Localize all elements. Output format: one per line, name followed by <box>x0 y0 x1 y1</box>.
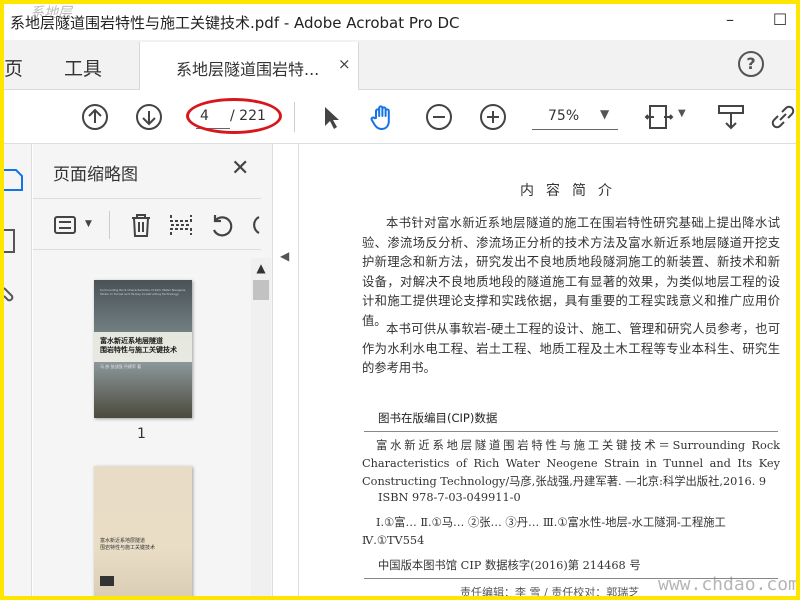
thumbnail-scrollbar[interactable]: ▲ <box>251 258 271 596</box>
page-thumbnails-icon[interactable] <box>4 166 26 192</box>
page-number-field[interactable]: 4 / 221 <box>186 98 282 134</box>
zoom-out-icon[interactable] <box>424 102 454 132</box>
site-watermark: www.chdao.com <box>658 574 796 595</box>
close-panel-button[interactable]: ✕ <box>231 156 249 181</box>
minimize-button[interactable]: – <box>720 10 740 30</box>
cover-english-title: Surrounding Rock Characteristics of Rich… <box>100 288 186 296</box>
barcode-icon <box>100 576 114 586</box>
editors-line: 责任编辑：李 雪 / 责任校对：郭瑞芝 <box>460 586 640 596</box>
document-tab-label: 系地层隧道围岩特... <box>176 60 320 79</box>
maximize-button[interactable]: ☐ <box>770 10 790 30</box>
page-thumbnail-2[interactable]: 富水新近系地层隧道 围岩特性与施工关键技术 <box>94 466 192 596</box>
zoom-value: 75% <box>548 108 580 124</box>
page-down-icon[interactable] <box>134 102 164 132</box>
app-window: 系地层隧道围岩特性与施工关键技术.pdf - Adobe Acrobat Pro… <box>4 4 796 596</box>
fit-page-icon[interactable] <box>644 102 674 132</box>
cip-classification: Ⅰ.①富… Ⅱ.①马… ②张… ③丹… Ⅲ.①富水性-地层-水工隧洞-工程施工 … <box>362 516 726 547</box>
hand-tool-icon[interactable] <box>368 102 398 132</box>
undo-icon[interactable] <box>207 211 235 239</box>
collapse-panel-button[interactable]: ◀ <box>280 249 294 269</box>
watermark-text: 系地层 <box>30 5 72 21</box>
window-title: 系地层隧道围岩特性与施工关键技术.pdf - Adobe Acrobat Pro… <box>10 14 460 32</box>
scroll-mode-icon[interactable] <box>716 102 746 132</box>
delete-icon[interactable] <box>127 211 155 239</box>
red-annotation-oval <box>186 98 282 134</box>
redo-icon[interactable] <box>245 211 261 239</box>
cover-title: 富水新近系地层隧道 围岩特性与施工关键技术 <box>100 337 177 354</box>
panel-title: 页面缩略图 <box>53 165 138 185</box>
thumbnail-page-label: 1 <box>137 426 146 442</box>
scrollbar-thumb[interactable] <box>253 280 269 300</box>
intro-paragraph-1: 本书针对富水新近系地层隧道的施工在围岩特性研究基础上提出降水试验、渗流场反分析、… <box>362 216 780 328</box>
chevron-down-icon: ▼ <box>600 107 610 121</box>
options-chevron-icon[interactable]: ▼ <box>85 219 92 229</box>
cip-data-number: 中国版本图书馆 CIP 数据核字(2016)第 214468 号 <box>378 559 641 572</box>
page-up-icon[interactable] <box>80 102 110 132</box>
tab-bar: 页 工具 系地层隧道围岩特... × ? <box>4 40 796 90</box>
attachments-icon[interactable] <box>4 280 26 306</box>
link-icon[interactable] <box>768 102 796 132</box>
cip-isbn: ISBN 978-7-03-049911-0 <box>378 491 521 504</box>
toolbar: 4 / 221 75% ▼ ▼ <box>4 90 796 144</box>
toolbar-divider <box>294 102 295 132</box>
back-cover-title: 富水新近系地层隧道 围岩特性与施工关键技术 <box>100 538 156 551</box>
page-heading: 内容简介 <box>520 183 624 199</box>
bookmarks-icon[interactable] <box>4 228 26 254</box>
page-thumbnail-1[interactable]: Surrounding Rock Characteristics of Rich… <box>94 280 192 418</box>
close-tab-button[interactable]: × <box>338 55 351 73</box>
panel-toolbar-divider <box>109 211 110 239</box>
thumbnail-panel: 页面缩略图 ✕ ▼ ▲ Surrounding Rock Characteris… <box>33 144 273 596</box>
navigation-pane-strip <box>4 144 32 596</box>
pane-divider[interactable] <box>298 144 299 596</box>
title-bar: 系地层隧道围岩特性与施工关键技术.pdf - Adobe Acrobat Pro… <box>4 4 796 40</box>
thumbnail-toolbar: ▼ <box>33 198 261 250</box>
cip-title: 图书在版编目(CIP)数据 <box>378 411 498 425</box>
cover-authors: 马 彦 张战强 丹建军 著 <box>100 364 142 369</box>
options-icon[interactable] <box>53 211 81 239</box>
zoom-select[interactable]: 75% ▼ <box>532 102 618 130</box>
document-page: 内容简介 本书针对富水新近系地层隧道的施工在围岩特性研究基础上提出降水试验、渗流… <box>300 144 796 596</box>
tab-tools[interactable]: 工具 <box>64 54 102 81</box>
cip-divider <box>364 431 778 432</box>
cip-body: 富水新近系地层隧道围岩特性与施工关键技术＝Surrounding Rock Ch… <box>362 439 780 488</box>
tab-document[interactable]: 系地层隧道围岩特... × <box>139 42 359 90</box>
help-button[interactable]: ? <box>738 51 764 77</box>
select-arrow-icon[interactable] <box>316 102 346 132</box>
intro-paragraph-2: 本书可供从事软岩-硬土工程的设计、施工、管理和研究人员参考，也可作为水利水电工程… <box>362 322 780 375</box>
insert-pages-icon[interactable] <box>167 211 195 239</box>
fit-dropdown-chevron-icon[interactable]: ▼ <box>678 108 686 119</box>
scroll-up-button[interactable]: ▲ <box>251 258 271 278</box>
tab-home[interactable]: 页 <box>4 54 23 81</box>
zoom-in-icon[interactable] <box>478 102 508 132</box>
